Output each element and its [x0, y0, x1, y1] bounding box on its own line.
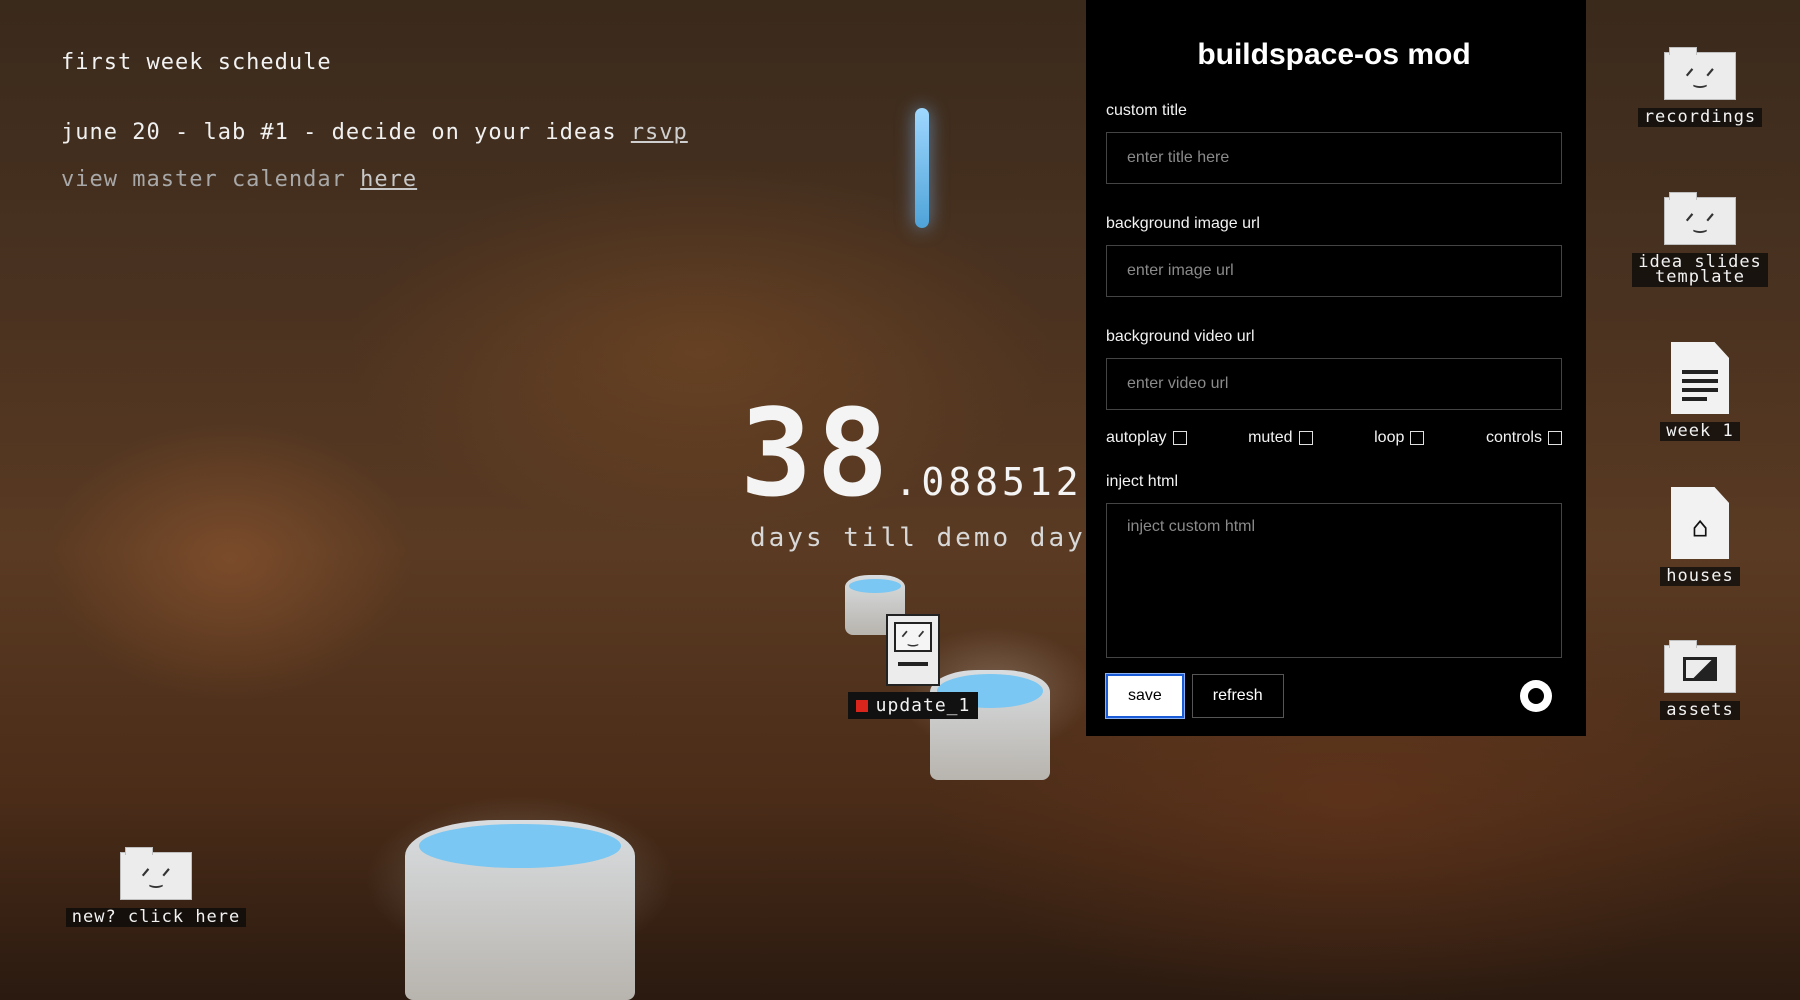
video-options: autoplay muted loop controls: [1106, 429, 1562, 447]
calendar-link[interactable]: here: [360, 167, 417, 192]
status-dot: [855, 700, 868, 712]
background-image-url-input[interactable]: [1106, 245, 1562, 297]
folder-icon: ᐟ‿ᐟ: [1664, 47, 1736, 100]
house-document-icon: ⌂: [1671, 487, 1729, 559]
inject-html-label: inject html: [1106, 473, 1179, 490]
document-icon: [1671, 342, 1729, 414]
controls-checkbox[interactable]: [1547, 431, 1562, 445]
calendar-line: view master calendar here: [61, 167, 688, 192]
custom-title-label: custom title: [1106, 102, 1187, 119]
schedule-block: first week schedule june 20 - lab #1 - d…: [61, 50, 688, 214]
muted-checkbox[interactable]: [1298, 431, 1313, 445]
assets-label: assets: [1660, 701, 1740, 720]
folder-icon: ᐟ‿ᐟ: [1664, 192, 1736, 245]
countdown-fraction: .088512: [894, 460, 1083, 504]
rsvp-link[interactable]: rsvp: [631, 120, 688, 145]
countdown-caption: days till demo day: [750, 523, 1086, 553]
week-1-label: week 1: [1660, 422, 1740, 441]
image-folder-icon: [1664, 640, 1736, 693]
loop-checkbox[interactable]: [1410, 431, 1425, 445]
github-icon[interactable]: [1520, 680, 1552, 712]
idea-slides-template-icon-item[interactable]: ᐟ‿ᐟ idea slides template: [1625, 192, 1775, 287]
background-lamp-large: [405, 820, 635, 1000]
smiley-face-icon: ᐟ‿ᐟ: [901, 627, 925, 647]
background-video-url-input[interactable]: [1106, 358, 1562, 410]
buildspace-os-mod-panel: buildspace-os mod custom title backgroun…: [1086, 0, 1586, 736]
calendar-text: view master calendar: [61, 167, 346, 192]
schedule-event: june 20 - lab #1 - decide on your ideas …: [61, 120, 688, 145]
autoplay-checkbox[interactable]: [1172, 431, 1187, 445]
schedule-title: first week schedule: [61, 50, 332, 75]
new-click-here-icon-item[interactable]: ᐟ‿ᐟ new? click here: [60, 847, 252, 927]
schedule-event-text: june 20 - lab #1 - decide on your ideas: [61, 120, 617, 145]
ceiling-lamp: [915, 108, 929, 228]
inject-html-textarea[interactable]: [1106, 503, 1562, 658]
idea-slides-template-label: idea slides template: [1632, 253, 1768, 287]
panel-actions: save refresh: [1106, 674, 1562, 718]
loop-option[interactable]: loop: [1374, 429, 1425, 447]
save-button[interactable]: save: [1106, 674, 1184, 718]
controls-option[interactable]: controls: [1486, 429, 1562, 447]
background-video-url-label: background video url: [1106, 328, 1255, 345]
refresh-button[interactable]: refresh: [1191, 674, 1284, 718]
recordings-label: recordings: [1637, 108, 1763, 127]
houses-label: houses: [1660, 567, 1740, 586]
demo-day-countdown: 38.088512 days till demo day: [740, 385, 1083, 554]
countdown-days: 38: [740, 385, 893, 524]
background-image-url-label: background image url: [1106, 215, 1260, 232]
assets-icon-item[interactable]: assets: [1635, 640, 1765, 720]
update-1-icon-item[interactable]: ᐟ‿ᐟ update_1: [838, 614, 988, 719]
houses-icon-item[interactable]: ⌂ houses: [1635, 487, 1765, 586]
folder-icon: ᐟ‿ᐟ: [120, 847, 192, 900]
week-1-icon-item[interactable]: week 1: [1635, 342, 1765, 441]
new-click-here-label: new? click here: [65, 908, 247, 927]
muted-option[interactable]: muted: [1248, 429, 1313, 447]
panel-title: buildspace-os mod: [1197, 38, 1471, 71]
recordings-icon-item[interactable]: ᐟ‿ᐟ recordings: [1635, 47, 1765, 127]
mac-computer-icon: ᐟ‿ᐟ: [886, 614, 940, 686]
custom-title-input[interactable]: [1106, 132, 1562, 184]
update-1-label: update_1: [847, 692, 979, 719]
autoplay-option[interactable]: autoplay: [1106, 429, 1187, 447]
